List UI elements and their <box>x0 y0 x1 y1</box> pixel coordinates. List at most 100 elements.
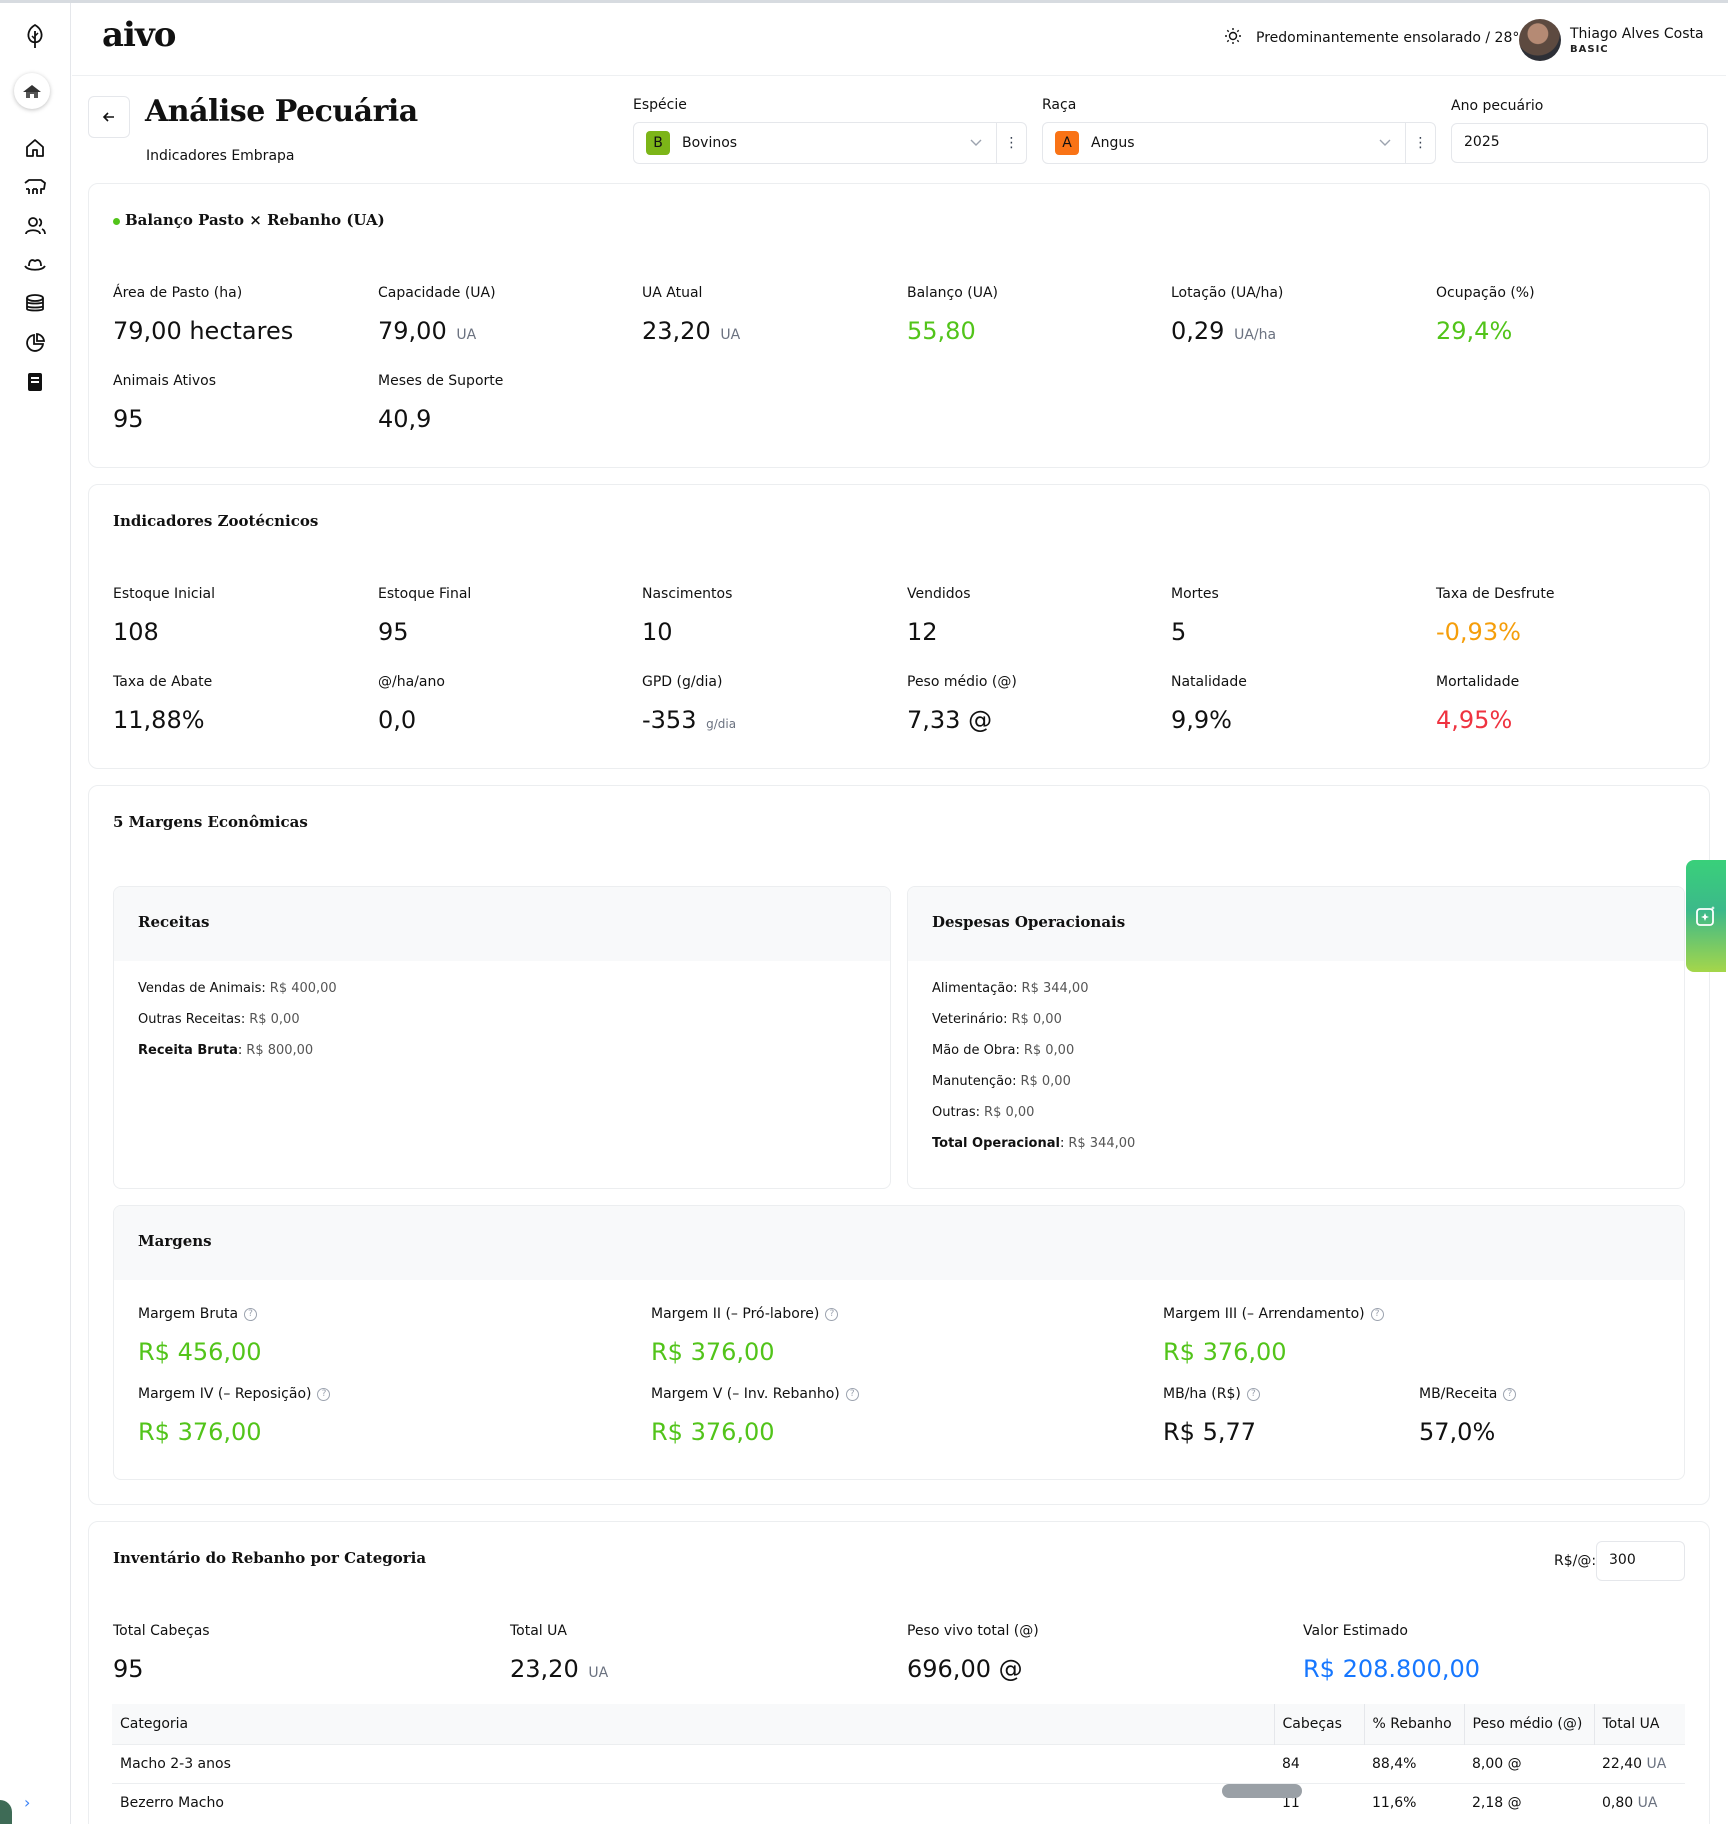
breed-badge: A <box>1055 131 1079 155</box>
metric-mortality: Mortalidade 4,95% <box>1436 674 1686 734</box>
year-label: Ano pecuário <box>1451 98 1544 114</box>
label-text: Margem II (– Pró-labore) <box>651 1306 820 1322</box>
item-value: R$ 344,00 <box>1021 981 1089 996</box>
estimated-value: Valor Estimado R$ 208.800,00 <box>1303 1623 1553 1683</box>
metric-value: 4,95% <box>1436 706 1513 734</box>
metric-value: 29,4% <box>1436 317 1686 345</box>
species-select[interactable]: B Bovinos ⋮ <box>633 122 1027 164</box>
cell-heads: 84 <box>1274 1743 1364 1783</box>
avatar[interactable] <box>1519 19 1561 61</box>
item-key: Total Operacional <box>932 1136 1060 1151</box>
revenue-total: Receita Bruta: R$ 800,00 <box>138 1043 314 1058</box>
more-vertical-icon[interactable]: ⋮ <box>996 123 1026 163</box>
expenses-title: Despesas Operacionais <box>908 887 1684 961</box>
breed-value: Angus <box>1091 135 1135 151</box>
chevron-down-icon[interactable] <box>1365 139 1405 147</box>
metric-value: 12 <box>907 618 938 646</box>
col-avg-weight[interactable]: Peso médio (@) <box>1463 1704 1594 1744</box>
metric-number: 55,80 <box>907 317 976 345</box>
metric-unit: UA <box>588 1665 609 1681</box>
table-row[interactable]: Bezerro Macho 11 11,6% 2,18 @ 0,80 UA <box>112 1782 1685 1822</box>
margins-card: Margens Margem Bruta? R$ 456,00 Margem II… <box>113 1205 1685 1480</box>
metric-arroba-ha-year: @/ha/ano 0,0 <box>378 674 628 734</box>
page-subtitle: Indicadores Embrapa <box>146 148 295 164</box>
metric-label: Total Cabeças <box>113 1623 210 1639</box>
metric-value: R$ 208.800,00 <box>1303 1655 1480 1683</box>
col-heads[interactable]: Cabeças <box>1273 1704 1364 1744</box>
farm-icon[interactable] <box>14 73 50 109</box>
price-per-arroba-input[interactable]: 300 <box>1596 1541 1685 1581</box>
metric-label: Margem IV (– Reposição)? <box>138 1386 618 1402</box>
user-name[interactable]: Thiago Alves Costa <box>1570 26 1704 42</box>
cell-avg-weight: 8,00 @ <box>1464 1743 1594 1783</box>
table-header-row: Categoria Cabeças % Rebanho Peso médio (… <box>112 1704 1685 1744</box>
metric-value: -353 g/dia <box>642 706 892 734</box>
help-icon[interactable]: ? <box>317 1387 331 1401</box>
sidebar: › <box>0 3 71 1824</box>
margin-v: Margem V (– Inv. Rebanho)? R$ 376,00 <box>651 1386 1131 1446</box>
col-category[interactable]: Categoria <box>112 1704 1274 1744</box>
receipt-icon[interactable] <box>20 367 50 397</box>
mb-per-revenue: MB/Receita? 57,0% <box>1419 1386 1659 1446</box>
hat-icon[interactable] <box>20 250 50 280</box>
ai-assistant-tab[interactable] <box>1686 860 1726 972</box>
item-key: Vendas de Animais <box>138 981 262 996</box>
cell-total-ua: 0,80 UA <box>1594 1782 1685 1822</box>
table-row[interactable]: Macho 2-3 anos 84 88,4% 8,00 @ 22,40 UA <box>112 1743 1685 1783</box>
total-heads: Total Cabeças 95 <box>113 1623 363 1683</box>
metric-number: 79,00 <box>378 317 447 345</box>
metric-ua-current: UA Atual 23,20 UA <box>642 285 892 345</box>
col-herd-pct[interactable]: % Rebanho <box>1363 1704 1464 1744</box>
metric-value: 696,00 @ <box>907 1655 1023 1683</box>
help-icon[interactable]: ? <box>825 1307 839 1321</box>
metric-number: -353 <box>642 706 697 734</box>
help-icon[interactable]: ? <box>1503 1387 1517 1401</box>
col-total-ua[interactable]: Total UA <box>1593 1704 1685 1744</box>
expense-item: Alimentação: R$ 344,00 <box>932 981 1089 996</box>
item-value: R$ 344,00 <box>1068 1136 1136 1151</box>
metric-value: 11,88% <box>113 706 205 734</box>
help-icon[interactable]: ? <box>1370 1307 1384 1321</box>
leaf-icon[interactable] <box>20 21 50 51</box>
metric-label: Estoque Final <box>378 586 472 602</box>
expense-total: Total Operacional: R$ 344,00 <box>932 1136 1136 1151</box>
metric-value: R$ 376,00 <box>1163 1338 1287 1366</box>
year-input[interactable]: 2025 <box>1451 123 1708 163</box>
help-icon[interactable]: ? <box>845 1387 859 1401</box>
metric-label: Peso vivo total (@) <box>907 1623 1039 1639</box>
metric-value: 10 <box>642 618 673 646</box>
metric-value: 108 <box>113 618 159 646</box>
zootechnical-card: Indicadores Zootécnicos Estoque Inicial 1… <box>88 484 1710 769</box>
item-key: Mão de Obra <box>932 1043 1016 1058</box>
revenue-item: Outras Receitas: R$ 0,00 <box>138 1012 300 1027</box>
item-value: R$ 0,00 <box>1011 1012 1062 1027</box>
help-icon[interactable]: ? <box>1246 1387 1260 1401</box>
metric-slaughter-rate: Taxa de Abate 11,88% <box>113 674 363 734</box>
total-ua: Total UA 23,20 UA <box>510 1623 760 1683</box>
horizontal-scrollbar[interactable] <box>1222 1784 1302 1798</box>
weather-widget: Predominantemente ensolarado / 28° <box>1224 27 1519 49</box>
metric-label: UA Atual <box>642 285 703 301</box>
home-icon[interactable] <box>20 133 50 163</box>
metric-unit: g/dia <box>706 717 737 731</box>
users-icon[interactable] <box>20 211 50 241</box>
help-icon[interactable]: ? <box>244 1307 258 1321</box>
metric-unit: UA <box>456 327 477 343</box>
pie-chart-icon[interactable] <box>20 328 50 358</box>
more-vertical-icon[interactable]: ⋮ <box>1405 123 1435 163</box>
ua-unit: UA <box>1637 1794 1658 1811</box>
app-logo[interactable]: aivo <box>102 15 176 55</box>
inventory-table: Categoria Cabeças % Rebanho Peso médio (… <box>112 1704 1685 1822</box>
coins-icon[interactable] <box>20 289 50 319</box>
item-value: R$ 400,00 <box>269 981 337 996</box>
metric-value: R$ 376,00 <box>138 1418 262 1446</box>
back-button[interactable] <box>88 96 130 138</box>
cattle-icon[interactable] <box>20 172 50 202</box>
expense-item: Mão de Obra: R$ 0,00 <box>932 1043 1075 1058</box>
chevron-down-icon[interactable] <box>956 139 996 147</box>
breed-select[interactable]: A Angus ⋮ <box>1042 122 1436 164</box>
label-text: Margem V (– Inv. Rebanho) <box>651 1386 840 1402</box>
metric-label: MB/Receita? <box>1419 1386 1659 1402</box>
margin-iv: Margem IV (– Reposição)? R$ 376,00 <box>138 1386 618 1446</box>
chevron-right-icon[interactable]: › <box>24 1795 40 1811</box>
